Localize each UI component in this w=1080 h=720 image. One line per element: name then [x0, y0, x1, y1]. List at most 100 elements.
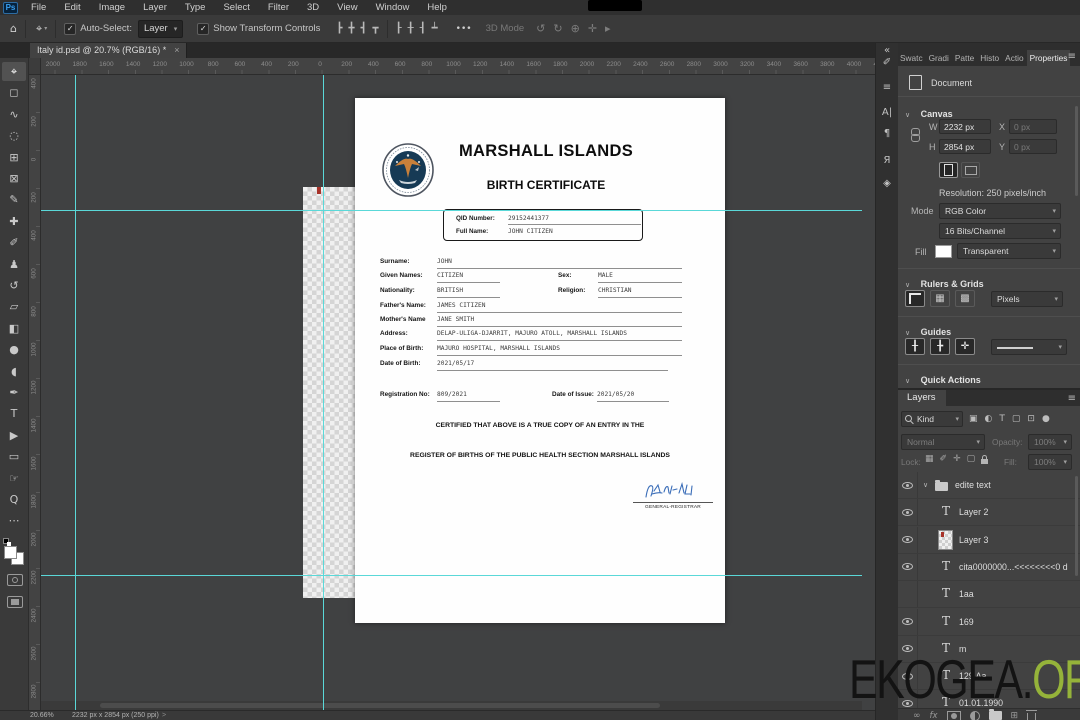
guides-section-header[interactable]: ∨ Guides: [897, 322, 1080, 340]
vertical-ruler[interactable]: 400 200 0 200 400 600 800 1000 1200 1400 1600 1800 2…: [28, 74, 41, 710]
tool-preset-arrow-icon[interactable]: ▾: [44, 25, 47, 32]
3d-roll-icon[interactable]: ↻: [553, 22, 562, 35]
auto-select-dropdown[interactable]: Layer ▾: [137, 19, 184, 38]
screen-mode-icon[interactable]: [7, 596, 23, 608]
menu-item-window[interactable]: Window: [367, 2, 419, 13]
layer-row[interactable]: T 1aa: [897, 581, 1080, 609]
brush-tool[interactable]: ✐: [2, 233, 26, 252]
distribute-center-icon[interactable]: ╂: [408, 23, 414, 34]
close-tab-icon[interactable]: ×: [174, 45, 179, 55]
menu-item-type[interactable]: Type: [176, 2, 215, 13]
filter-adjustment-layers-icon[interactable]: ◐: [985, 414, 993, 424]
crop-tool[interactable]: ⊞: [2, 148, 26, 167]
menu-item-help[interactable]: Help: [418, 2, 456, 13]
panel-tab-patte[interactable]: Patte: [952, 50, 977, 66]
landscape-orientation-button[interactable]: [961, 162, 980, 178]
height-input[interactable]: 2854 px: [939, 139, 991, 154]
shape-tool[interactable]: ▭: [2, 447, 26, 466]
visibility-toggle[interactable]: [897, 635, 918, 662]
move-tool[interactable]: ⌖: [2, 62, 26, 81]
layer-row[interactable]: T 01.01.1990: [897, 690, 1080, 708]
align-center-icon[interactable]: ╋: [348, 23, 354, 34]
auto-select-checkbox[interactable]: ✓: [64, 22, 77, 35]
ruler-origin-corner[interactable]: [28, 58, 41, 75]
character-panel-icon[interactable]: A|: [876, 107, 898, 118]
document-tab[interactable]: Italy id.psd @ 20.7% (RGB/16) * ×: [30, 42, 188, 58]
foreground-color-swatch[interactable]: [4, 546, 17, 559]
filter-pixel-layers-icon[interactable]: ▣: [969, 414, 978, 424]
layer-row[interactable]: Tcita0000000...<<<<<<<<0 d: [897, 553, 1080, 581]
horizontal-guide[interactable]: [40, 575, 862, 576]
x-input[interactable]: 0 px: [1009, 119, 1057, 134]
show-transform-checkbox[interactable]: ✓: [197, 22, 210, 35]
vertical-guide[interactable]: [75, 74, 76, 710]
add-mask-icon[interactable]: [946, 710, 961, 720]
panel-tab-properties[interactable]: Properties: [1026, 50, 1071, 66]
layer-fill-input[interactable]: 100% ▾: [1028, 454, 1072, 470]
gradient-tool[interactable]: ◧: [2, 319, 26, 338]
layers-scrollbar[interactable]: [1075, 476, 1078, 576]
layer-thumbnail[interactable]: [938, 529, 953, 550]
align-top-icon[interactable]: ┳: [373, 23, 379, 34]
history-brush-tool[interactable]: ↺: [2, 276, 26, 295]
menu-item-3d[interactable]: 3D: [298, 2, 328, 13]
filter-type-layers-icon[interactable]: T: [999, 414, 1005, 424]
lock-move-icon[interactable]: ✛: [953, 454, 961, 464]
opacity-input[interactable]: 100% ▾: [1028, 434, 1072, 450]
visibility-toggle[interactable]: [897, 553, 918, 580]
color-mode-dropdown[interactable]: RGB Color ▾: [939, 203, 1061, 219]
y-input[interactable]: 0 px: [1009, 139, 1057, 154]
visibility-toggle[interactable]: [897, 608, 918, 635]
layers-tab[interactable]: Layers: [897, 390, 946, 406]
frame-tool[interactable]: ⊠: [2, 169, 26, 188]
visibility-toggle[interactable]: [897, 581, 918, 608]
align-left-icon[interactable]: ┣: [336, 23, 342, 34]
status-options-arrow[interactable]: >: [162, 712, 166, 719]
path-selection-tool[interactable]: ▶: [2, 426, 26, 445]
properties-scrollbar[interactable]: [1075, 106, 1078, 196]
layer-filter-dropdown[interactable]: Kind ▾: [901, 411, 963, 427]
filter-pin-icon[interactable]: ●: [1042, 414, 1050, 424]
menu-item-view[interactable]: View: [328, 2, 366, 13]
guide-style-dropdown[interactable]: ▾: [991, 339, 1067, 355]
adjustments-icon[interactable]: ≡: [876, 82, 898, 93]
marquee-tool[interactable]: ◻: [2, 83, 26, 102]
layer-row[interactable]: T 169: [897, 608, 1080, 636]
layer-row[interactable]: Layer 3: [897, 526, 1080, 554]
delete-layer-icon[interactable]: [1026, 709, 1038, 720]
more-options-icon[interactable]: •••: [456, 24, 472, 34]
distribute-right-icon[interactable]: ┨: [420, 23, 426, 34]
pen-tool[interactable]: ✒: [2, 383, 26, 402]
libraries-panel-icon[interactable]: ◈: [876, 178, 898, 189]
distribute-left-icon[interactable]: ┠: [396, 23, 402, 34]
3d-camera-icon[interactable]: ▸: [605, 22, 611, 35]
width-input[interactable]: 2232 px: [939, 119, 991, 134]
collapse-panels-icon[interactable]: «: [876, 45, 898, 56]
layer-row[interactable]: Tm: [897, 635, 1080, 663]
fill-dropdown[interactable]: Transparent ▾: [957, 243, 1061, 259]
lock-all-icon[interactable]: [981, 454, 989, 464]
toggle-snap-button[interactable]: ▩: [955, 290, 975, 307]
panel-menu-icon[interactable]: ≡: [1068, 51, 1076, 62]
visibility-toggle[interactable]: [897, 690, 918, 708]
menu-item-image[interactable]: Image: [90, 2, 134, 13]
menu-item-file[interactable]: File: [22, 2, 55, 13]
new-group-icon[interactable]: [988, 709, 1002, 720]
layer-row[interactable]: ∨ edite text: [897, 472, 1080, 499]
quick-mask-icon[interactable]: [7, 574, 23, 586]
group-expand-icon[interactable]: ∨: [923, 481, 928, 489]
visibility-toggle[interactable]: [897, 526, 918, 553]
link-layers-icon[interactable]: ∞: [913, 711, 921, 720]
panel-tab-swatc[interactable]: Swatc: [897, 50, 926, 66]
bit-depth-dropdown[interactable]: 16 Bits/Channel ▾: [939, 223, 1061, 239]
type-tool[interactable]: T: [2, 404, 26, 423]
dodge-tool[interactable]: ◖: [2, 362, 26, 381]
filter-smart-objects-icon[interactable]: ⊡: [1027, 414, 1035, 424]
clone-stamp-tool[interactable]: ♟: [2, 255, 26, 274]
vertical-guide[interactable]: [323, 74, 324, 710]
rulers-grids-section-header[interactable]: ∨ Rulers & Grids: [897, 274, 1080, 292]
visibility-toggle[interactable]: [897, 472, 918, 498]
adjustment-layer-icon[interactable]: [969, 710, 980, 720]
lock-transparent-icon[interactable]: ▦: [925, 454, 934, 464]
distribute-bottom-icon[interactable]: ┷: [432, 23, 438, 34]
